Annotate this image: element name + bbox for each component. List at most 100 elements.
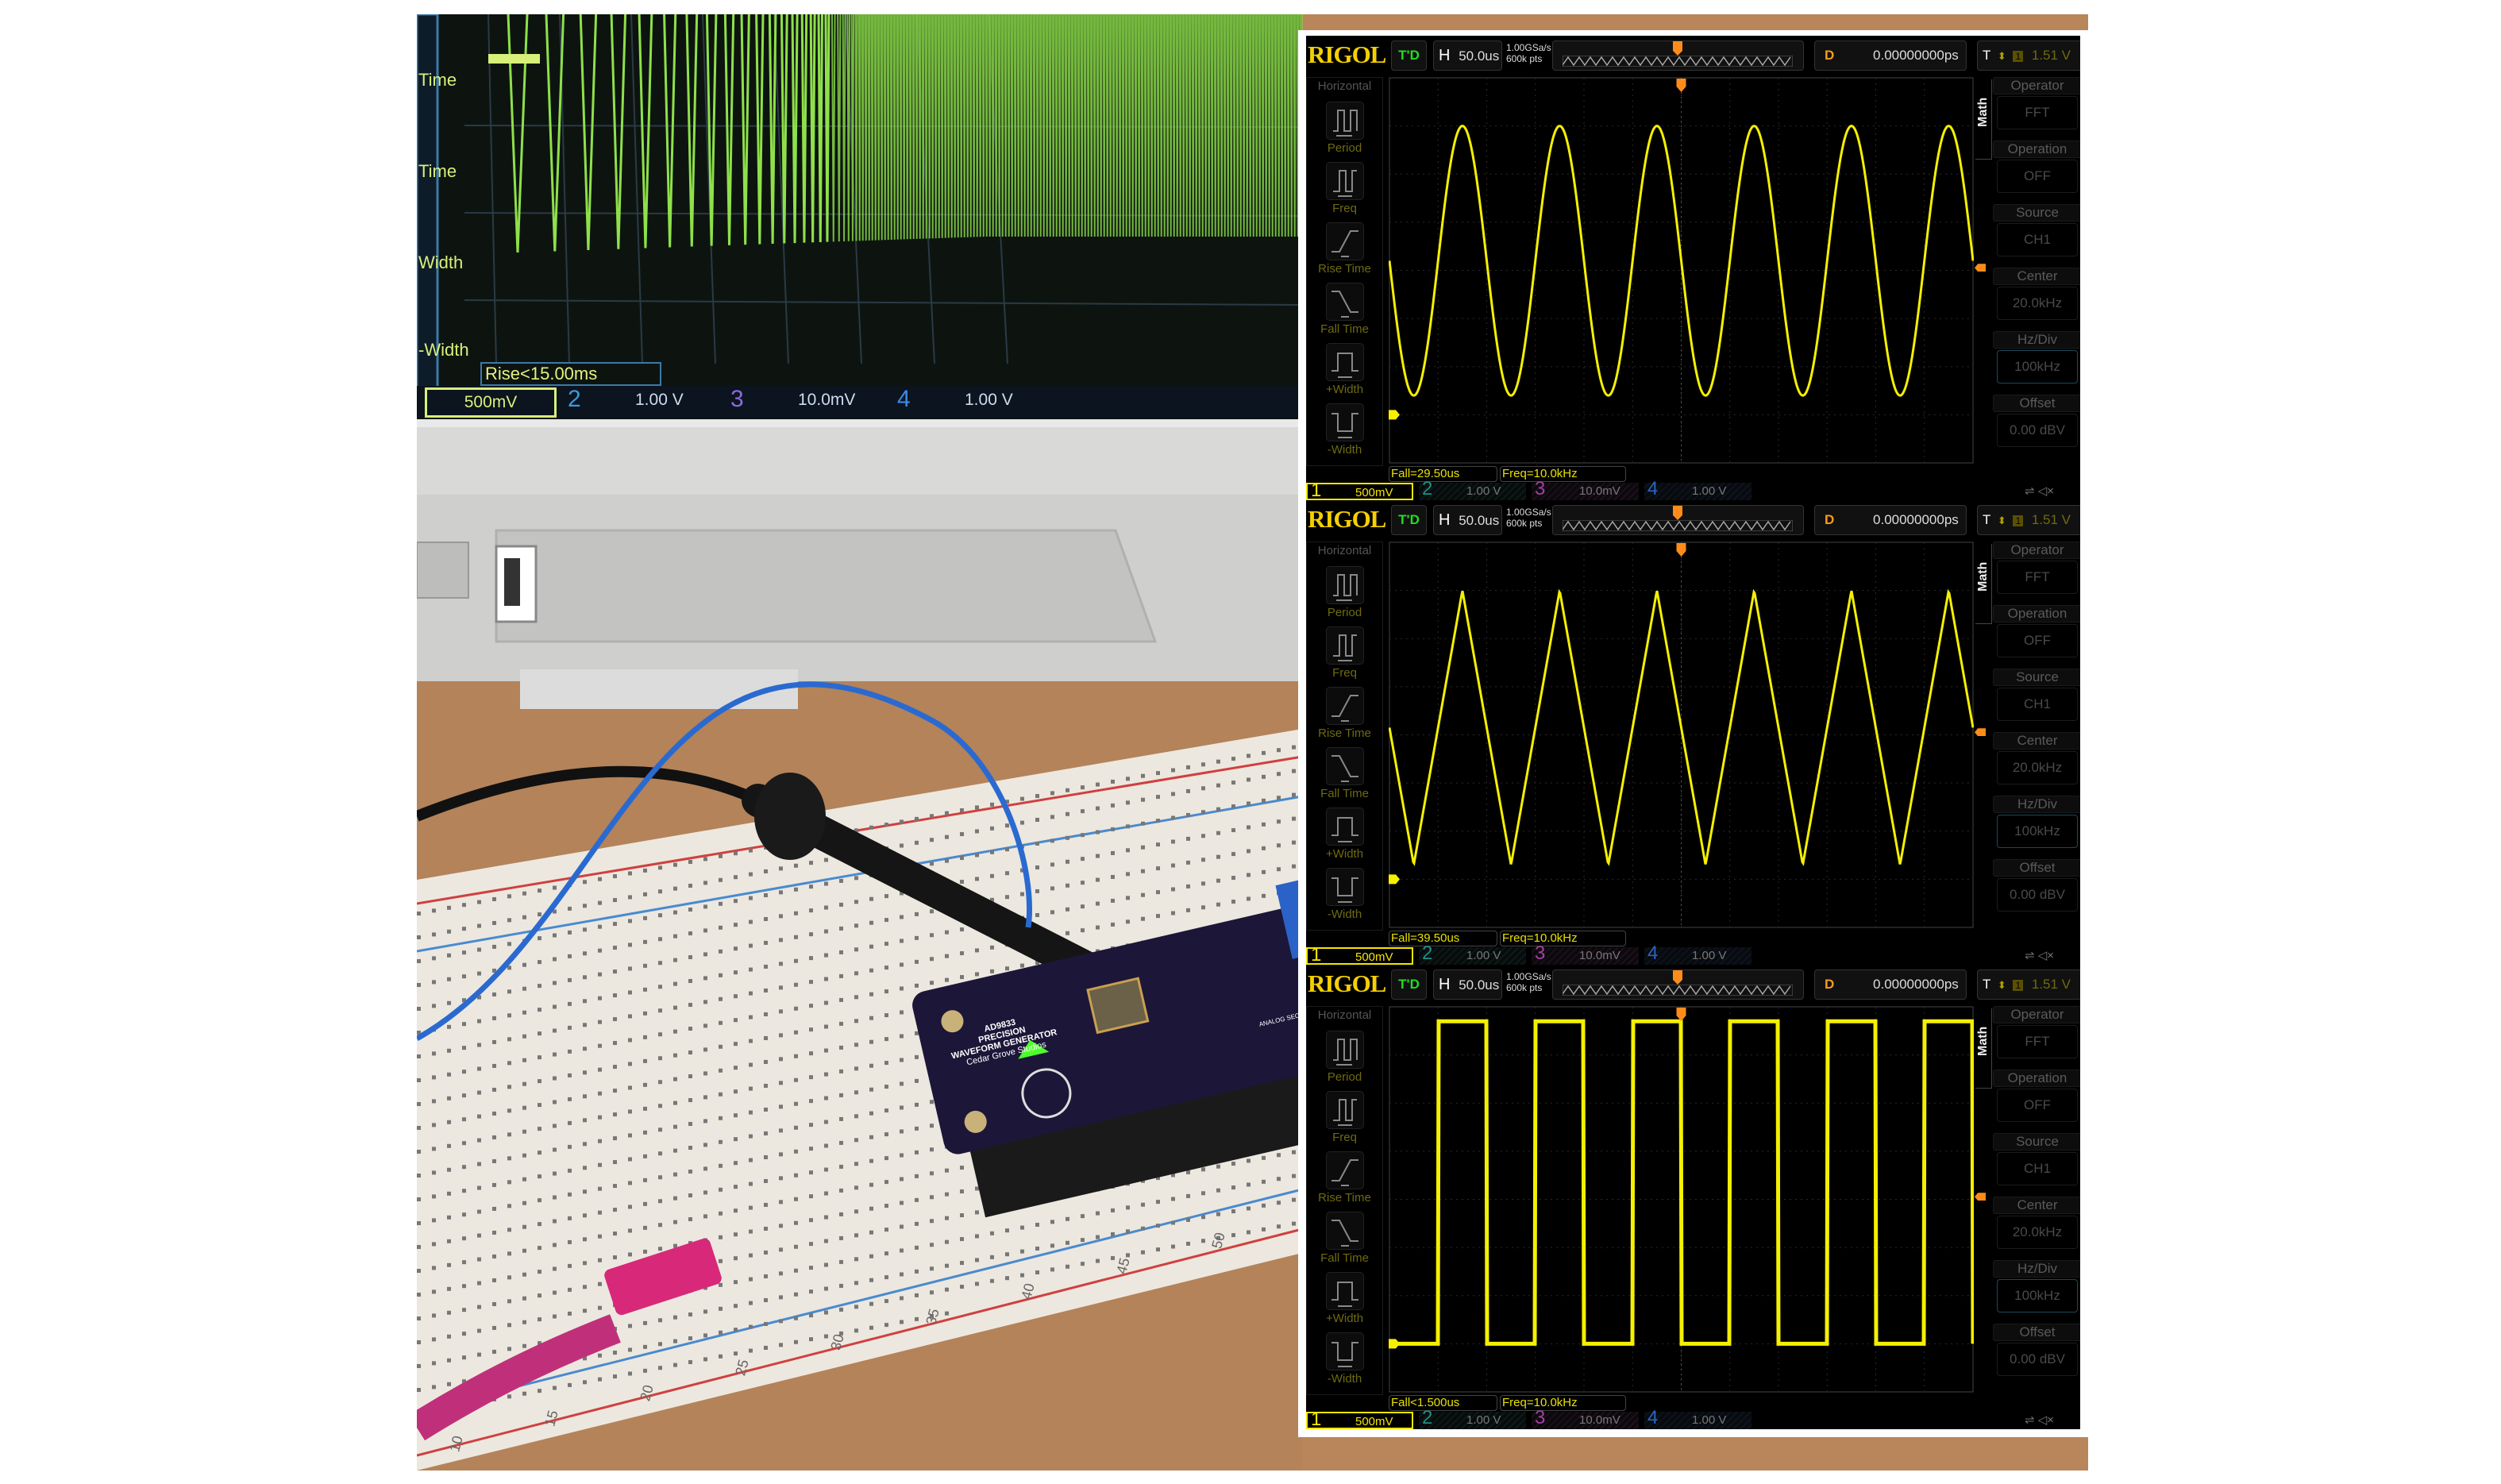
channel-2-button[interactable]: 2 1.00 V [1419,1409,1526,1429]
math-menu-offset-button[interactable]: 0.00 dBV [1997,878,2078,912]
delay-box[interactable]: D 0.00000000ps [1814,505,1967,535]
channel-number: 2 [1422,942,1433,964]
trigger-box[interactable]: T ⬍ 1 1.51 V [1977,969,2080,1000]
channel-scale: 1.00 V [1692,949,1727,962]
channel-3-button[interactable]: 3 10.0mV [1532,944,1639,965]
timebase-box[interactable]: H 50.0us [1433,40,1502,71]
math-menu-operation-button[interactable]: OFF [1997,624,2078,657]
rise-time-icon[interactable] [1326,687,1364,725]
math-menu-title: Operation [1993,1070,2080,1087]
math-menu-offset-button[interactable]: 0.00 dBV [1997,414,2078,447]
timebase-box[interactable]: H 50.0us [1433,969,1502,1000]
math-menu-center-button[interactable]: 20.0kHz [1997,751,2078,784]
positive-width-icon[interactable] [1326,808,1364,846]
timebase-box[interactable]: H 50.0us [1433,505,1502,535]
math-menu-operation-button[interactable]: OFF [1997,160,2078,193]
math-menu-hzdiv-button[interactable]: 100kHz [1997,350,2078,384]
memory-overview-bar[interactable] [1552,969,1804,1000]
trigger-box[interactable]: T ⬍ 1 1.51 V [1977,40,2080,71]
channel-1-button[interactable]: 1 500mV [1306,481,1413,500]
delay-value: 0.00000000ps [1873,977,1959,992]
fall-time-icon[interactable] [1326,1212,1364,1250]
channel-number: 1 [1311,1409,1322,1429]
math-menu-value: 0.00 dBV [2010,887,2065,902]
math-menu-hzdiv-button[interactable]: 100kHz [1997,815,2078,848]
math-menu-operator-button[interactable]: FFT [1997,561,2078,594]
math-menu-source-button[interactable]: CH1 [1997,688,2078,721]
math-tab-label: Math [1976,1026,1990,1056]
timebase-label: H [1439,511,1451,529]
channel-4-button[interactable]: 4 1.00 V [1644,480,1751,500]
math-menu-value: 100kHz [2014,823,2060,838]
trigger-box[interactable]: T ⬍ 1 1.51 V [1977,505,2080,535]
math-menu-title: Source [1993,204,2080,222]
negative-width-icon[interactable] [1326,1332,1364,1370]
photo-ch4-number: 4 [897,386,911,412]
frequency-icon[interactable] [1326,1091,1364,1129]
math-menu-center-button[interactable]: 20.0kHz [1997,287,2078,320]
measure-menu-title: Horizontal [1317,79,1372,93]
frequency-icon[interactable] [1326,162,1364,200]
trigger-position-marker-icon [1673,41,1682,56]
trigger-status: T'D [1391,969,1427,1000]
memory-overview-bar[interactable] [1552,505,1804,535]
math-menu-hzdiv-button[interactable]: 100kHz [1997,1279,2078,1312]
math-menu-title: Hz/Div [1993,331,2080,349]
math-menu-operator-button[interactable]: FFT [1997,96,2078,129]
negative-width-icon[interactable] [1326,868,1364,906]
period-icon[interactable] [1326,102,1364,140]
math-menu-center-button[interactable]: 20.0kHz [1997,1216,2078,1249]
delay-box[interactable]: D 0.00000000ps [1814,969,1967,1000]
trigger-label: T [1983,512,1991,527]
sample-rate: 1.00GSa/s [1506,971,1551,982]
period-icon[interactable] [1326,1031,1364,1069]
delay-label: D [1825,512,1835,527]
math-tab[interactable]: Math [1975,1008,1992,1089]
trigger-time-marker-icon [1676,1008,1686,1021]
channel-number: 1 [1311,944,1322,965]
positive-width-icon[interactable] [1326,1272,1364,1310]
channel-1-button[interactable]: 1 500mV [1306,944,1413,965]
measurement-fall: Fall<1.500us [1389,1395,1497,1411]
channel-3-button[interactable]: 3 10.0mV [1532,1409,1639,1429]
channel-2-button[interactable]: 2 1.00 V [1419,480,1526,500]
measure-menu: Horizontal Period Freq Rise Time Fall Time +… [1306,542,1383,931]
memory-waveform-overview [1563,985,1793,996]
measure-menu: Horizontal Period Freq Rise Time Fall Time +… [1306,1006,1383,1395]
channel-scale: 10.0mV [1579,1413,1620,1427]
channel-2-button[interactable]: 2 1.00 V [1419,942,1526,965]
math-menu-operation-button[interactable]: OFF [1997,1089,2078,1122]
math-menu-title: Source [1993,669,2080,686]
math-menu-offset-button[interactable]: 0.00 dBV [1997,1343,2078,1376]
math-menu-title: Operator [1993,1006,2080,1023]
fall-time-icon[interactable] [1326,283,1364,321]
math-menu-value: 20.0kHz [2012,295,2063,310]
math-tab[interactable]: Math [1975,544,1992,624]
trigger-status: T'D [1391,505,1427,535]
rise-time-icon[interactable] [1326,1151,1364,1189]
delay-box[interactable]: D 0.00000000ps [1814,40,1967,71]
channel-4-button[interactable]: 4 1.00 V [1644,1409,1751,1429]
waveform-grid [1389,542,1974,928]
fall-time-icon[interactable] [1326,747,1364,785]
frequency-icon[interactable] [1326,626,1364,665]
photo-ch2-number: 2 [568,386,581,412]
positive-width-icon[interactable] [1326,343,1364,381]
channel-scale: 1.00 V [1692,484,1727,498]
photo-ch1-scale: 500mV [425,387,557,418]
math-menu-source-button[interactable]: CH1 [1997,223,2078,256]
oscilloscope-screenshot: RIGOL T'D H 50.0us 1.00GSa/s 600k pts D … [1306,36,2080,500]
math-menu-title: Center [1993,268,2080,285]
period-icon[interactable] [1326,566,1364,604]
negative-width-icon[interactable] [1326,403,1364,441]
usb-mute-status-icon: ⇌ ◁× [2025,1413,2055,1427]
math-tab[interactable]: Math [1975,79,1992,160]
rise-time-icon[interactable] [1326,222,1364,260]
memory-overview-bar[interactable] [1552,40,1804,71]
channel-1-button[interactable]: 1 500mV [1306,1409,1413,1429]
channel-scale: 1.00 V [1466,949,1501,962]
math-menu-source-button[interactable]: CH1 [1997,1152,2078,1185]
channel-4-button[interactable]: 4 1.00 V [1644,944,1751,965]
math-menu-operator-button[interactable]: FFT [1997,1025,2078,1058]
channel-3-button[interactable]: 3 10.0mV [1532,480,1639,500]
